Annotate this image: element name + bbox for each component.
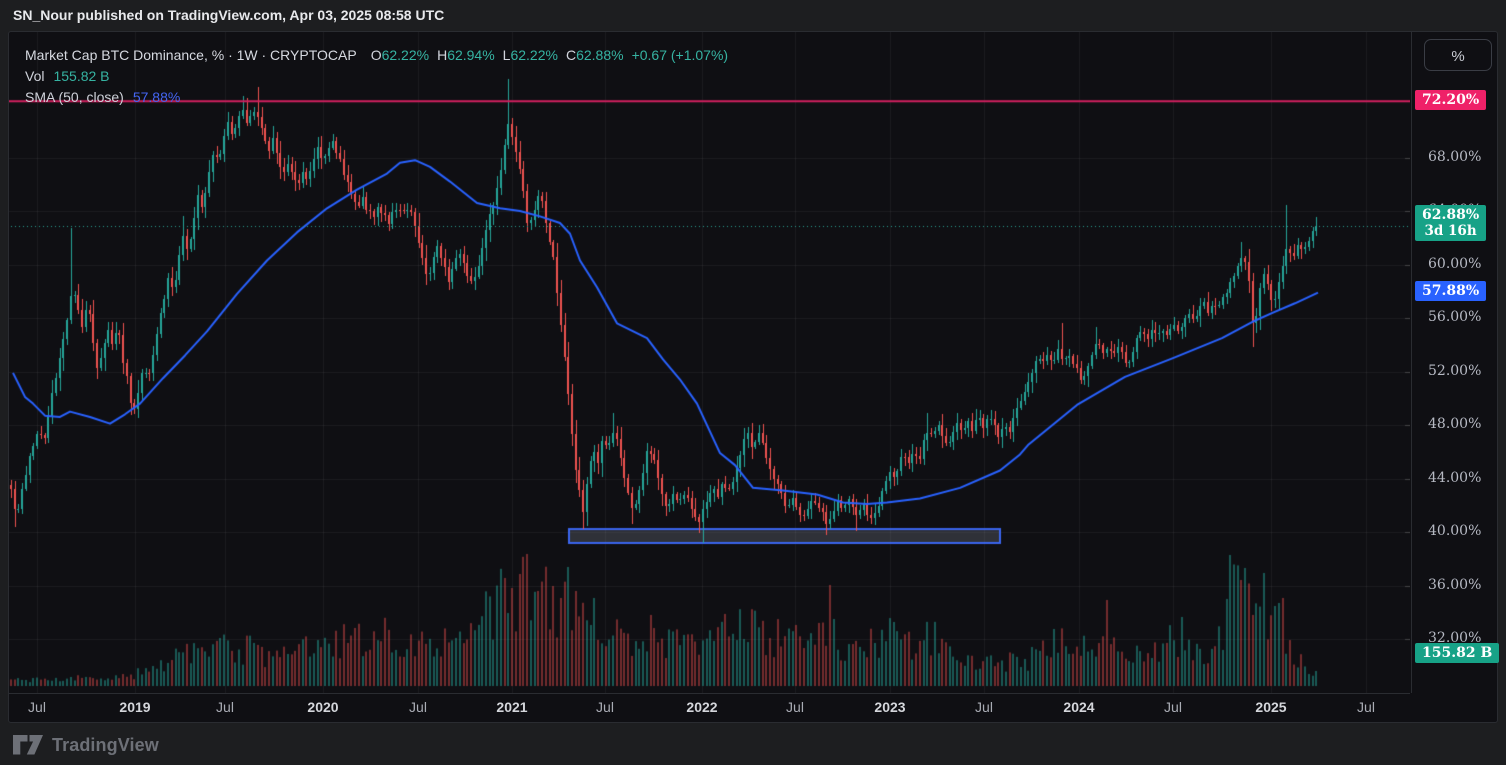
price-axis-label: 48.00%: [1420, 416, 1494, 434]
time-axis-label: Jul: [195, 699, 255, 715]
ohlc-high-label: H: [437, 47, 447, 63]
symbol-title: Market Cap BTC Dominance, % · 1W · CRYPT…: [25, 47, 357, 63]
sma-label: SMA (50, close): [25, 89, 124, 105]
time-axis-label: 2022: [672, 699, 732, 715]
time-axis-label: 2023: [860, 699, 920, 715]
tradingview-logo[interactable]: TradingView: [13, 730, 159, 760]
ohlc-open-label: O: [371, 47, 382, 63]
sma-value: 57.88%: [133, 89, 180, 105]
time-axis-label: Jul: [1143, 699, 1203, 715]
price-badge-current-price: 62.88%3d 16h: [1415, 205, 1486, 241]
legend-symbol-row[interactable]: Market Cap BTC Dominance, % · 1W · CRYPT…: [25, 45, 728, 66]
time-axis-label: Jul: [575, 699, 635, 715]
tradingview-logo-icon: [13, 734, 44, 756]
time-axis-label: 2021: [482, 699, 542, 715]
plot-area: Market Cap BTC Dominance, % · 1W · CRYPT…: [9, 32, 1410, 693]
legend-sma-row[interactable]: SMA (50, close) 57.88%: [25, 87, 728, 108]
ohlc-low-value: 62.22%: [510, 47, 557, 63]
price-countdown: 3d 16h: [1422, 223, 1479, 239]
publish-bar: SN_Nour published on TradingView.com, Ap…: [0, 0, 1506, 31]
legend: Market Cap BTC Dominance, % · 1W · CRYPT…: [25, 45, 728, 108]
time-axis-label: Jul: [388, 699, 448, 715]
percent-unit-button[interactable]: %: [1424, 39, 1492, 71]
tradingview-logo-text: TradingView: [52, 735, 159, 756]
time-axis-label: Jul: [7, 699, 67, 715]
change-value: +0.67 (+1.07%): [632, 47, 729, 63]
price-axis[interactable]: % 68.00%64.00%60.00%56.00%52.00%48.00%44…: [1411, 32, 1499, 693]
price-chart-canvas[interactable]: [9, 32, 1410, 693]
ohlc-open-value: 62.22%: [382, 47, 429, 63]
price-axis-label: 60.00%: [1420, 256, 1494, 274]
time-axis-label: Jul: [954, 699, 1014, 715]
chart-panel: Market Cap BTC Dominance, % · 1W · CRYPT…: [8, 31, 1498, 723]
tradingview-published-chart: SN_Nour published on TradingView.com, Ap…: [0, 0, 1506, 765]
ohlc-close-value: 62.88%: [576, 47, 623, 63]
time-axis-label: 2025: [1241, 699, 1301, 715]
time-axis-label: 2019: [105, 699, 165, 715]
legend-volume-row[interactable]: Vol 155.82 B: [25, 66, 728, 87]
price-axis-label: 40.00%: [1420, 523, 1494, 541]
price-axis-label: 36.00%: [1420, 577, 1494, 595]
price-badge-sma-value: 57.88%: [1415, 281, 1486, 301]
volume-value: 155.82 B: [53, 68, 109, 84]
price-axis-label: 44.00%: [1420, 470, 1494, 488]
time-axis-label: 2024: [1049, 699, 1109, 715]
time-axis-label: 2020: [293, 699, 353, 715]
ohlc-high-value: 62.94%: [447, 47, 494, 63]
volume-label: Vol: [25, 68, 44, 84]
time-axis-label: Jul: [1336, 699, 1396, 715]
price-axis-label: 56.00%: [1420, 309, 1494, 327]
publish-text: SN_Nour published on TradingView.com, Ap…: [13, 7, 444, 23]
ohlc-close-label: C: [566, 47, 576, 63]
time-axis[interactable]: Jul 2019 Jul 2020 Jul 2021 Jul 2022 Jul 2023 Jul 20…: [9, 693, 1410, 723]
price-badge-current-volume: 155.82 B: [1415, 643, 1499, 663]
time-axis-label: Jul: [765, 699, 825, 715]
price-axis-label: 52.00%: [1420, 363, 1494, 381]
price-axis-label: 68.00%: [1420, 149, 1494, 167]
price-badge-resistance-level: 72.20%: [1415, 90, 1486, 110]
